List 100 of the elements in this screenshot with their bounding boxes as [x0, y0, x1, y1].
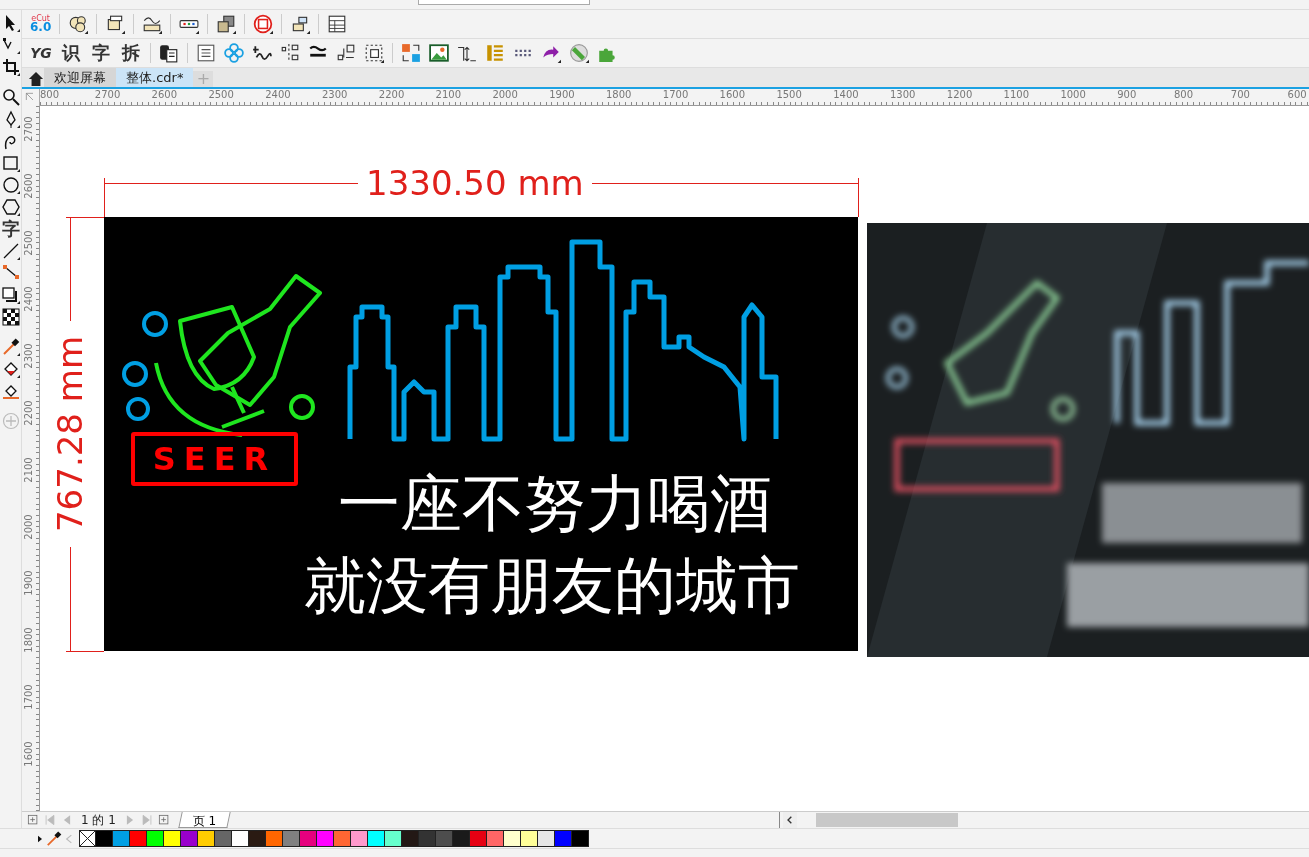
transform-icon[interactable]: [336, 43, 356, 63]
color-swatch[interactable]: [96, 830, 113, 847]
arrange-icon[interactable]: [216, 14, 237, 34]
yg-button[interactable]: YG: [30, 46, 52, 60]
color-swatch[interactable]: [147, 830, 164, 847]
color-swatch[interactable]: [113, 830, 130, 847]
bubble-icon: [126, 397, 150, 421]
eyedropper-icon[interactable]: [1, 338, 20, 356]
target-icon[interactable]: [253, 14, 274, 34]
scrollbar-thumb[interactable]: [816, 812, 959, 827]
ruler-label: 2200: [378, 89, 405, 101]
dashed-select-icon[interactable]: [364, 43, 384, 63]
ruler-label: 1300: [890, 89, 916, 101]
table-icon[interactable]: [327, 14, 348, 34]
align-icon[interactable]: [290, 14, 311, 34]
color-swatch[interactable]: [317, 830, 334, 847]
crop-icon[interactable]: [1, 58, 20, 76]
color-swatch[interactable]: [215, 830, 232, 847]
ruler-label: 700: [1230, 89, 1250, 101]
toolbar-field[interactable]: [418, 0, 590, 5]
color-swatch[interactable]: [555, 830, 572, 847]
image-icon[interactable]: [429, 43, 449, 63]
search-icon[interactable]: [1, 88, 20, 106]
color-swatch[interactable]: [283, 830, 300, 847]
wave-icon[interactable]: [252, 43, 272, 63]
color-swatch[interactable]: [181, 830, 198, 847]
ruler-label: 2500: [23, 229, 35, 256]
color-swatch[interactable]: [232, 830, 249, 847]
box-icon[interactable]: [105, 14, 126, 34]
text-button[interactable]: 识: [60, 44, 82, 62]
text-tool[interactable]: 字: [0, 220, 22, 238]
bubble-icon: [289, 394, 315, 420]
ruler-label: 2000: [23, 513, 35, 540]
color-swatch[interactable]: [419, 830, 436, 847]
rectangle-icon[interactable]: [1, 154, 20, 172]
ruler-label: 800: [40, 89, 60, 101]
ecut-logo-button[interactable]: eCut 6.0: [30, 14, 52, 34]
color-swatch[interactable]: [453, 830, 470, 847]
shadow-icon[interactable]: [1, 286, 20, 304]
text-button[interactable]: 字: [90, 44, 112, 62]
ruler-label: 1900: [549, 89, 575, 101]
measure-icon[interactable]: [142, 14, 163, 34]
color-swatch[interactable]: [572, 830, 589, 847]
color-swatch[interactable]: [164, 830, 181, 847]
ruler-label: 2300: [322, 89, 348, 101]
slogan-text: 就没有朋友的城市: [304, 555, 800, 617]
color-swatch[interactable]: [521, 830, 538, 847]
color-swatch[interactable]: [300, 830, 317, 847]
color-swatch[interactable]: [351, 830, 368, 847]
color-swatch[interactable]: [470, 830, 487, 847]
color-swatch[interactable]: [402, 830, 419, 847]
color-swatch[interactable]: [504, 830, 521, 847]
ruler-label: 600: [1287, 89, 1307, 101]
ruler-label: 1000: [1060, 89, 1086, 101]
color-squares-icon[interactable]: [401, 43, 421, 63]
disc-icon[interactable]: [569, 43, 589, 63]
line-icon[interactable]: [1, 242, 20, 260]
circles-group-icon[interactable]: [68, 14, 89, 34]
color-swatch[interactable]: [130, 830, 147, 847]
polygon-icon[interactable]: [1, 198, 20, 216]
ruler-label: 2500: [208, 89, 234, 101]
connector-icon[interactable]: [1, 264, 20, 282]
ruler-label: 1600: [23, 741, 35, 767]
checker-icon[interactable]: [1, 308, 20, 326]
color-swatch[interactable]: [249, 830, 266, 847]
bubble-icon: [142, 311, 168, 337]
ellipse-icon[interactable]: [1, 176, 20, 194]
list-icon[interactable]: [196, 43, 216, 63]
ruler-label: 2200: [23, 400, 35, 426]
color-swatch[interactable]: [385, 830, 402, 847]
eyedropper-icon[interactable]: [46, 830, 62, 847]
node-align-icon[interactable]: [280, 43, 300, 63]
node-edit-icon[interactable]: [1, 36, 20, 54]
color-swatch[interactable]: [368, 830, 385, 847]
no-color-swatch[interactable]: [79, 830, 96, 847]
document-icon[interactable]: [159, 43, 179, 63]
ruler-label: 1400: [833, 89, 859, 101]
ruler-label: 2600: [151, 89, 178, 101]
ruler-label: 2100: [435, 89, 462, 101]
color-swatch[interactable]: [266, 830, 283, 847]
page-counter: 1 的 1: [80, 811, 117, 829]
color-swatch[interactable]: [198, 830, 215, 847]
ruler-label: 1100: [1003, 89, 1030, 101]
home-icon[interactable]: [28, 71, 44, 87]
ruler-label: 2700: [94, 89, 121, 101]
ruler-label: 2600: [23, 173, 35, 199]
color-swatch[interactable]: [436, 830, 453, 847]
add-page-icon[interactable]: [156, 812, 171, 827]
flower-icon[interactable]: [224, 43, 244, 63]
text-button[interactable]: 拆: [120, 44, 142, 62]
document-tab[interactable]: 整体.cdr*: [116, 68, 194, 87]
color-swatch[interactable]: [538, 830, 555, 847]
color-swatch[interactable]: [487, 830, 504, 847]
bubble-icon: [122, 361, 148, 387]
document-tab[interactable]: 欢迎屏幕: [44, 68, 116, 87]
sign-text: SEER: [152, 443, 277, 475]
ruler-label: 900: [1117, 89, 1137, 101]
page-tab[interactable]: 页 1: [178, 811, 232, 828]
color-swatch[interactable]: [334, 830, 351, 847]
ruler-label: 1600: [719, 89, 746, 101]
